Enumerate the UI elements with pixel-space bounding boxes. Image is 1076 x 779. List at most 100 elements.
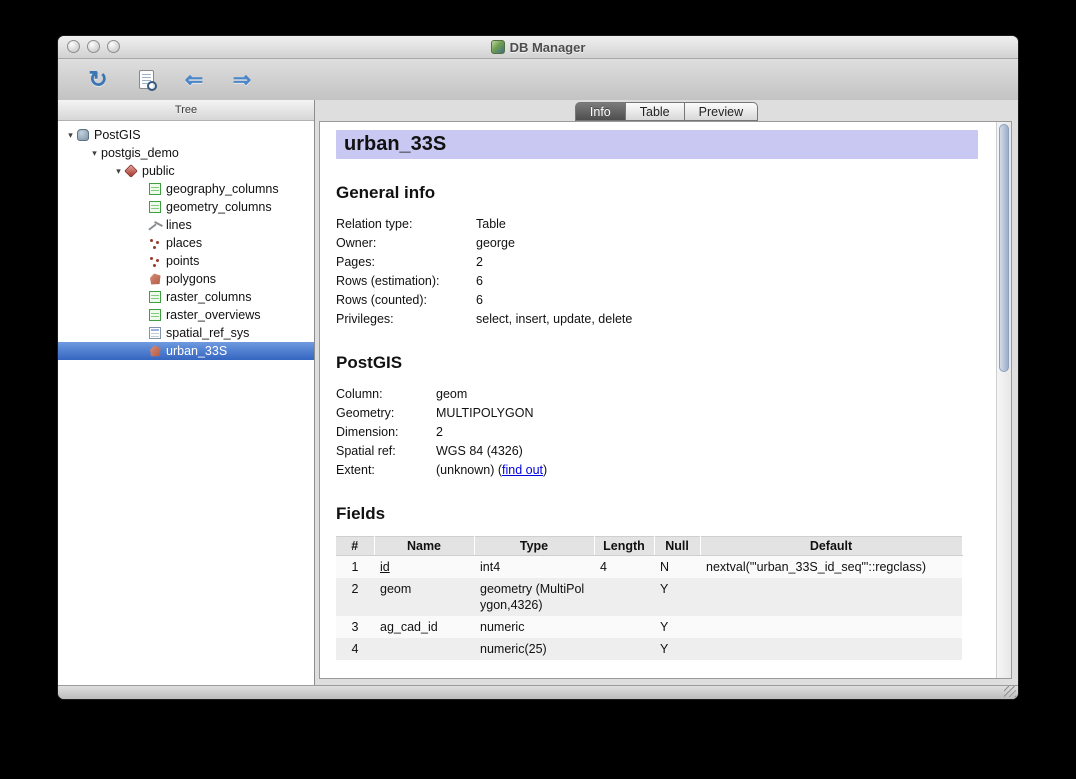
- info-row: Rows (estimation):6: [336, 272, 632, 291]
- polygon-icon: [149, 345, 161, 357]
- import-layer-button[interactable]: ⇐: [176, 64, 212, 96]
- window-title: DB Manager: [510, 40, 586, 55]
- fields-table: #NameTypeLengthNullDefault1idint44Nnextv…: [336, 536, 963, 660]
- postgis-heading: PostGIS: [336, 353, 978, 373]
- vertical-scrollbar[interactable]: [996, 122, 1011, 678]
- sql-window-button[interactable]: [128, 64, 164, 96]
- fields-row: 1idint44Nnextval('"urban_33S_id_seq"'::r…: [336, 556, 962, 579]
- db-manager-app-icon: [491, 40, 505, 54]
- field-length: [594, 578, 654, 616]
- tree-item-label: postgis_demo: [101, 144, 179, 162]
- tab-bar: InfoTablePreview: [315, 101, 1018, 121]
- tree-item-PostGIS[interactable]: ▾ PostGIS: [58, 126, 314, 144]
- tree-item-urban_33S[interactable]: urban_33S: [58, 342, 314, 360]
- info-value: WGS 84 (4326): [436, 442, 547, 461]
- info-label: Dimension:: [336, 423, 436, 442]
- info-value: 6: [476, 291, 632, 310]
- tree-item-label: geography_columns: [166, 180, 279, 198]
- field-length: [594, 616, 654, 638]
- field-num: 4: [336, 638, 374, 660]
- fields-header-row: #NameTypeLengthNullDefault: [336, 537, 962, 556]
- field-default: [700, 638, 962, 660]
- field-name: [374, 638, 474, 660]
- info-value: MULTIPOLYGON: [436, 404, 547, 423]
- object-title: urban_33S: [336, 130, 978, 159]
- field-null: Y: [654, 638, 700, 660]
- field-null: Y: [654, 578, 700, 616]
- minimize-button[interactable]: [87, 40, 100, 53]
- info-row: Relation type:Table: [336, 215, 632, 234]
- refresh-button[interactable]: ↻: [80, 64, 116, 96]
- tree-item-label: PostGIS: [94, 126, 141, 144]
- title-area: DB Manager: [58, 36, 1018, 58]
- field-type: numeric(25): [474, 638, 594, 660]
- info-value: george: [476, 234, 632, 253]
- field-type: numeric: [474, 616, 594, 638]
- fields-row: 4 numeric(25) Y: [336, 638, 962, 660]
- grid-icon: [149, 327, 161, 339]
- desktop-background: DB Manager ↻ ⇐ ⇒ Tree ▾PostGIS▾postgis_d…: [0, 0, 1076, 779]
- postgis-info-table: Column:geomGeometry:MULTIPOLYGONDimensio…: [336, 385, 547, 480]
- info-row: Column:geom: [336, 385, 547, 404]
- tree-panel-header: Tree: [58, 100, 314, 121]
- info-label: Privileges:: [336, 310, 476, 329]
- fields-row: 3ag_cad_idnumericY: [336, 616, 962, 638]
- tree-item-label: lines: [166, 216, 192, 234]
- info-label: Rows (counted):: [336, 291, 476, 310]
- field-length: 4: [594, 556, 654, 579]
- info-row: Dimension:2: [336, 423, 547, 442]
- tree-item-public[interactable]: ▾public: [58, 162, 314, 180]
- zoom-button[interactable]: [107, 40, 120, 53]
- tab-info[interactable]: Info: [575, 102, 626, 121]
- info-label: Extent:: [336, 461, 436, 480]
- field-num: 2: [336, 578, 374, 616]
- tree-item-raster_overviews[interactable]: raster_overviews: [58, 306, 314, 324]
- toolbar: ↻ ⇐ ⇒: [58, 59, 1018, 101]
- info-label: Pages:: [336, 253, 476, 272]
- resize-grip[interactable]: [1004, 686, 1016, 697]
- table-icon: [149, 309, 161, 321]
- titlebar: DB Manager: [58, 36, 1018, 59]
- general-info-table: Relation type:TableOwner:georgePages:2Ro…: [336, 215, 632, 329]
- tree-item-polygons[interactable]: polygons: [58, 270, 314, 288]
- refresh-icon: ↻: [88, 68, 107, 91]
- tree-item-places[interactable]: places: [58, 234, 314, 252]
- tree-item-geography_columns[interactable]: geography_columns: [58, 180, 314, 198]
- fields-col-header-null: Null: [654, 537, 700, 556]
- info-label: Spatial ref:: [336, 442, 436, 461]
- find-out-link[interactable]: find out: [502, 463, 543, 477]
- import-arrow-icon: ⇐: [185, 69, 203, 91]
- tree-item-postgis_demo[interactable]: ▾postgis_demo: [58, 144, 314, 162]
- info-label: Rows (estimation):: [336, 272, 476, 291]
- field-default: nextval('"urban_33S_id_seq"'::regclass): [700, 556, 962, 579]
- tree-item-points[interactable]: points: [58, 252, 314, 270]
- disclosure-triangle[interactable]: ▾: [88, 144, 101, 162]
- tab-preview[interactable]: Preview: [684, 102, 758, 121]
- disclosure-triangle[interactable]: ▾: [112, 162, 125, 180]
- main-area: Tree ▾PostGIS▾postgis_demo▾publicgeograp…: [58, 100, 1018, 685]
- fields-col-header-name: Name: [374, 537, 474, 556]
- scrollbar-thumb[interactable]: [999, 124, 1009, 372]
- tree-item-label: geometry_columns: [166, 198, 272, 216]
- tree-item-spatial_ref_sys[interactable]: spatial_ref_sys: [58, 324, 314, 342]
- info-label: Relation type:: [336, 215, 476, 234]
- info-row: Pages:2: [336, 253, 632, 272]
- tree-panel: Tree ▾PostGIS▾postgis_demo▾publicgeograp…: [58, 100, 314, 685]
- fields-col-header-num: #: [336, 537, 374, 556]
- info-row: Spatial ref:WGS 84 (4326): [336, 442, 547, 461]
- field-name: ag_cad_id: [374, 616, 474, 638]
- tree-item-raster_columns[interactable]: raster_columns: [58, 288, 314, 306]
- tree-item-geometry_columns[interactable]: geometry_columns: [58, 198, 314, 216]
- general-info-heading: General info: [336, 183, 978, 203]
- info-value: select, insert, update, delete: [476, 310, 632, 329]
- tab-table[interactable]: Table: [625, 102, 685, 121]
- info-row: Rows (counted):6: [336, 291, 632, 310]
- export-layer-button[interactable]: ⇒: [224, 64, 260, 96]
- info-value: geom: [436, 385, 547, 404]
- tree-item-lines[interactable]: lines: [58, 216, 314, 234]
- close-button[interactable]: [67, 40, 80, 53]
- tree-item-label: polygons: [166, 270, 216, 288]
- detail-panel: InfoTablePreview urban_33S General info …: [315, 100, 1018, 685]
- status-bar: [58, 685, 1018, 699]
- disclosure-triangle[interactable]: ▾: [64, 126, 77, 144]
